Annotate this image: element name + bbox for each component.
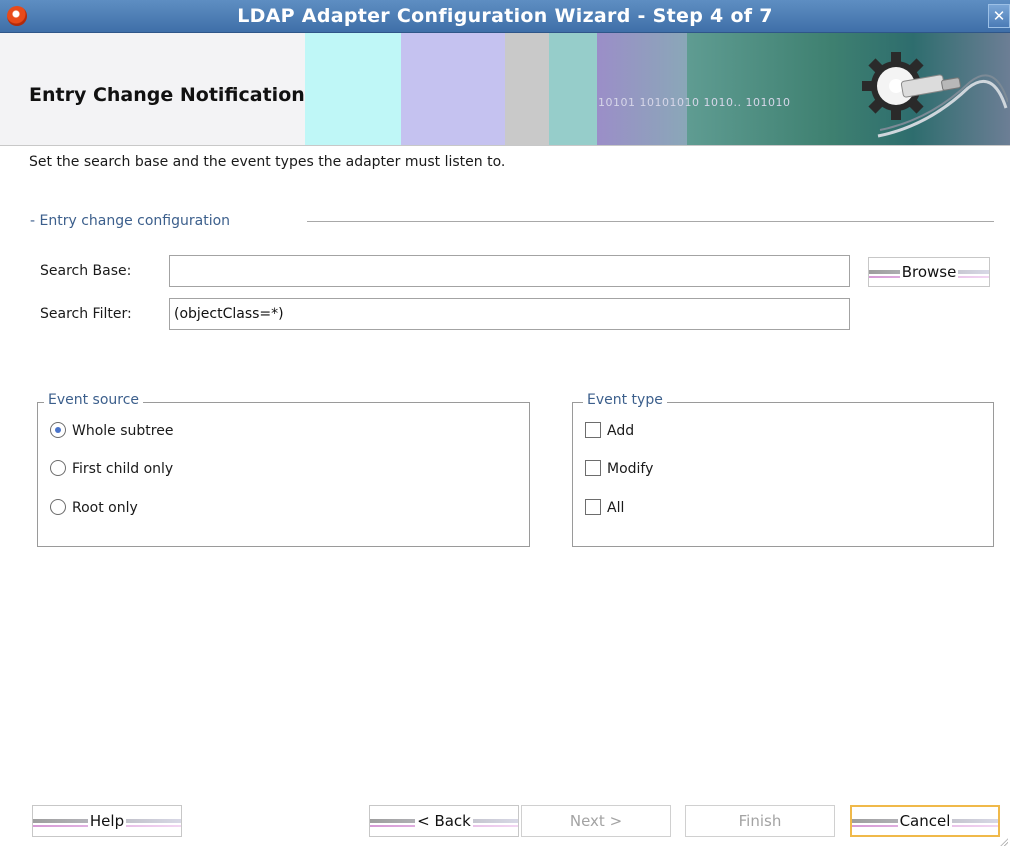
cancel-button-label: Cancel — [897, 812, 953, 830]
browse-button[interactable]: Browse — [868, 257, 990, 287]
radio-first-child-only[interactable]: First child only — [50, 460, 173, 477]
window-titlebar: LDAP Adapter Configuration Wizard - Step… — [0, 0, 1010, 33]
help-button-label: Help — [87, 812, 127, 830]
search-filter-input[interactable] — [169, 298, 850, 330]
search-base-label: Search Base: — [40, 263, 132, 279]
event-source-legend: Event source — [44, 392, 144, 408]
radio-label: First child only — [72, 461, 174, 477]
next-button-label: Next > — [567, 812, 625, 830]
section-divider — [307, 221, 994, 222]
help-button[interactable]: Help — [32, 805, 182, 837]
checkbox-add[interactable]: Add — [585, 422, 634, 439]
event-type-legend: Event type — [583, 392, 667, 408]
radio-unselected-icon[interactable] — [50, 499, 66, 515]
checkbox-modify[interactable]: Modify — [585, 460, 653, 477]
radio-selected-icon[interactable] — [50, 422, 66, 438]
gear-plug-icon — [862, 52, 1008, 138]
checkbox-all[interactable]: All — [585, 499, 624, 516]
checkbox-icon[interactable] — [585, 460, 601, 476]
back-button-label: < Back — [415, 812, 473, 830]
radio-whole-subtree[interactable]: Whole subtree — [50, 422, 173, 439]
search-base-input[interactable] — [169, 255, 850, 287]
radio-root-only[interactable]: Root only — [50, 499, 138, 516]
binary-decoration: 10101 10101010 1010.. 101010 — [598, 96, 791, 109]
wizard-header-banner: Entry Change Notification 10101 10101010… — [0, 33, 1010, 146]
checkbox-label: Modify — [607, 461, 654, 477]
event-type-group: Event type Add Modify All — [572, 392, 994, 547]
checkbox-label: All — [607, 500, 625, 516]
page-title: Entry Change Notification — [29, 84, 305, 106]
finish-button[interactable]: Finish — [685, 805, 835, 837]
checkbox-label: Add — [607, 423, 635, 439]
radio-label: Root only — [72, 500, 138, 516]
resize-grip-icon[interactable] — [998, 836, 1008, 846]
close-window-button[interactable]: ✕ — [988, 4, 1010, 28]
section-header-entry-change: - Entry change configuration — [30, 213, 237, 229]
next-button[interactable]: Next > — [521, 805, 671, 837]
search-filter-label: Search Filter: — [40, 306, 132, 322]
event-source-group: Event source Whole subtree First child o… — [37, 392, 530, 547]
cancel-button[interactable]: Cancel — [850, 805, 1000, 837]
radio-unselected-icon[interactable] — [50, 460, 66, 476]
checkbox-icon[interactable] — [585, 499, 601, 515]
checkbox-icon[interactable] — [585, 422, 601, 438]
instructions-text: Set the search base and the event types … — [29, 154, 506, 170]
window-title: LDAP Adapter Configuration Wizard - Step… — [237, 5, 773, 27]
radio-label: Whole subtree — [72, 423, 174, 439]
finish-button-label: Finish — [736, 812, 784, 830]
browse-button-label: Browse — [899, 263, 959, 281]
close-icon: ✕ — [992, 7, 1006, 25]
back-button[interactable]: < Back — [369, 805, 519, 837]
